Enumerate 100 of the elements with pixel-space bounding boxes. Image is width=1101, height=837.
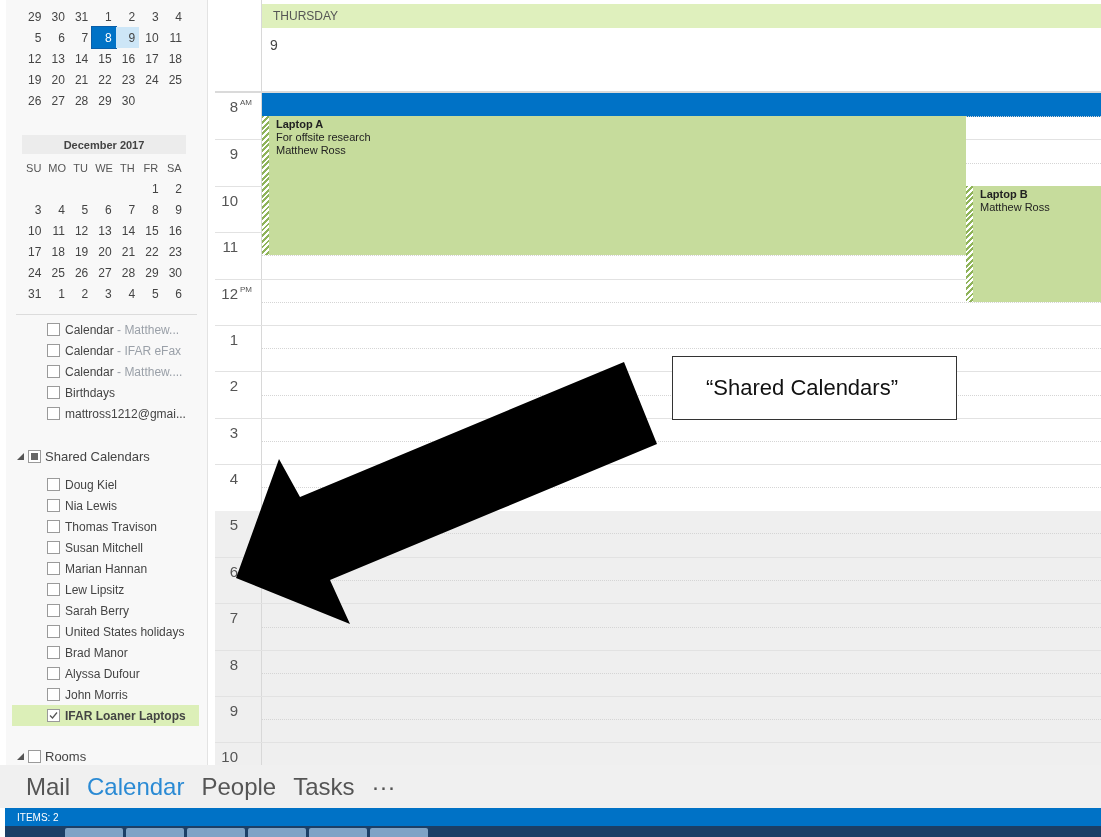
calendar-day[interactable]: 18 (162, 48, 186, 69)
calendar-day[interactable]: 24 (22, 262, 46, 283)
calendar-day[interactable]: 5 (68, 199, 93, 220)
calendar-day[interactable]: 16 (115, 48, 140, 69)
calendar-day[interactable]: 29 (92, 90, 116, 111)
calendar-list-item[interactable]: Sarah Berry (6, 600, 185, 621)
calendar-day[interactable]: 28 (115, 262, 140, 283)
calendar-day[interactable]: 29 (22, 6, 46, 27)
checkbox[interactable] (28, 750, 41, 763)
calendar-day[interactable]: 6 (45, 27, 69, 48)
calendar-list-item[interactable]: Thomas Travison (6, 516, 185, 537)
calendar-event[interactable]: Laptop A For offsite research Matthew Ross (262, 116, 966, 256)
calendar-list-item[interactable]: mattross1212@gmai... (6, 403, 185, 424)
calendar-day[interactable]: 8 (139, 199, 163, 220)
calendar-day[interactable]: 21 (68, 69, 93, 90)
calendar-day[interactable]: 29 (139, 262, 163, 283)
calendar-day[interactable]: 4 (45, 199, 69, 220)
calendar-day[interactable]: 5 (139, 283, 163, 304)
calendar-day[interactable]: 30 (162, 262, 186, 283)
checkbox[interactable] (47, 688, 60, 701)
checkbox[interactable] (47, 562, 60, 575)
calendar-day[interactable]: 23 (162, 241, 186, 262)
calendar-day[interactable]: 10 (22, 220, 46, 241)
calendar-day[interactable]: 15 (139, 220, 163, 241)
calendar-day[interactable]: 3 (139, 6, 163, 27)
calendar-day[interactable]: 3 (22, 199, 46, 220)
calendar-day[interactable]: 7 (68, 27, 93, 48)
calendar-day[interactable]: 9 (115, 27, 140, 48)
calendar-list-item[interactable]: Calendar - Matthew... (6, 319, 185, 340)
calendar-list-item[interactable]: United States holidays (6, 621, 185, 642)
checkbox[interactable] (47, 478, 60, 491)
calendar-day[interactable]: 30 (115, 90, 140, 111)
checkbox[interactable] (47, 667, 60, 680)
calendar-day[interactable]: 13 (92, 220, 116, 241)
calendar-day[interactable]: 6 (92, 199, 116, 220)
nav-link[interactable]: People (201, 772, 277, 801)
calendar-day[interactable]: 28 (68, 90, 93, 111)
calendar-day[interactable]: 24 (139, 69, 163, 90)
calendar-list-item[interactable]: John Morris (6, 684, 185, 705)
nav-link[interactable]: Tasks (293, 772, 355, 801)
expanded-triangle-icon[interactable] (17, 453, 24, 460)
calendar-day[interactable]: 10 (139, 27, 163, 48)
calendar-day[interactable]: 22 (92, 69, 116, 90)
checkbox[interactable] (47, 323, 60, 336)
checkbox[interactable] (47, 365, 60, 378)
expanded-triangle-icon[interactable] (17, 753, 24, 760)
calendar-day[interactable]: 11 (162, 27, 186, 48)
checkbox[interactable] (47, 646, 60, 659)
calendar-day[interactable]: 12 (22, 48, 46, 69)
calendar-day[interactable]: 14 (115, 220, 140, 241)
calendar-day[interactable]: 20 (45, 69, 69, 90)
calendar-day[interactable]: 17 (139, 48, 163, 69)
checkbox[interactable] (28, 450, 41, 463)
checkbox[interactable] (47, 604, 60, 617)
calendar-day[interactable]: 22 (139, 241, 163, 262)
calendar-day[interactable]: 18 (45, 241, 69, 262)
calendar-list-item[interactable]: Birthdays (6, 382, 185, 403)
calendar-day[interactable]: 23 (115, 69, 140, 90)
group-label[interactable]: Rooms (45, 749, 87, 764)
calendar-list-item[interactable]: Alyssa Dufour (6, 663, 185, 684)
calendar-day[interactable]: 17 (22, 241, 46, 262)
calendar-day[interactable]: 12 (68, 220, 93, 241)
calendar-day[interactable]: 27 (45, 90, 69, 111)
calendar-day[interactable]: 4 (115, 283, 140, 304)
checkbox[interactable] (47, 709, 60, 722)
calendar-day[interactable]: 3 (92, 283, 116, 304)
calendar-day[interactable]: 25 (162, 69, 186, 90)
calendar-day[interactable]: 1 (92, 6, 116, 27)
calendar-day[interactable]: 16 (162, 220, 186, 241)
calendar-event[interactable]: Laptop B Matthew Ross (966, 185, 1101, 302)
calendar-day[interactable]: 11 (45, 220, 69, 241)
calendar-list-item[interactable]: Calendar - Matthew.... (6, 361, 185, 382)
calendar-day[interactable]: 2 (162, 178, 186, 199)
selected-time-slot[interactable] (262, 93, 1101, 117)
calendar-day[interactable]: 4 (162, 6, 186, 27)
calendar-day[interactable]: 25 (45, 262, 69, 283)
calendar-day[interactable]: 13 (45, 48, 69, 69)
calendar-day[interactable]: 19 (22, 69, 46, 90)
calendar-day[interactable]: 1 (45, 283, 69, 304)
calendar-list-item[interactable]: Brad Manor (6, 642, 185, 663)
calendar-day[interactable]: 27 (92, 262, 116, 283)
checkbox[interactable] (47, 386, 60, 399)
checkbox[interactable] (47, 520, 60, 533)
calendar-list-item[interactable]: Calendar - IFAR eFax (6, 340, 185, 361)
calendar-day[interactable]: 30 (45, 6, 69, 27)
calendar-list-item[interactable]: Lew Lipsitz (6, 579, 185, 600)
calendar-list-item[interactable]: Susan Mitchell (6, 537, 185, 558)
calendar-day[interactable]: 19 (68, 241, 93, 262)
calendar-day[interactable]: 31 (68, 6, 93, 27)
calendar-day[interactable]: 31 (22, 283, 46, 304)
calendar-day[interactable]: 2 (115, 6, 140, 27)
calendar-list-item[interactable]: IFAR Loaner Laptops (12, 705, 199, 726)
calendar-day[interactable]: 15 (92, 48, 116, 69)
calendar-list-item[interactable]: Marian Hannan (6, 558, 185, 579)
calendar-day[interactable]: 1 (139, 178, 163, 199)
calendar-day[interactable]: 5 (22, 27, 46, 48)
nav-link[interactable]: Mail (26, 772, 70, 801)
calendar-list-item[interactable]: Nia Lewis (6, 495, 185, 516)
calendar-day[interactable]: 26 (22, 90, 46, 111)
calendar-day[interactable]: 26 (68, 262, 93, 283)
